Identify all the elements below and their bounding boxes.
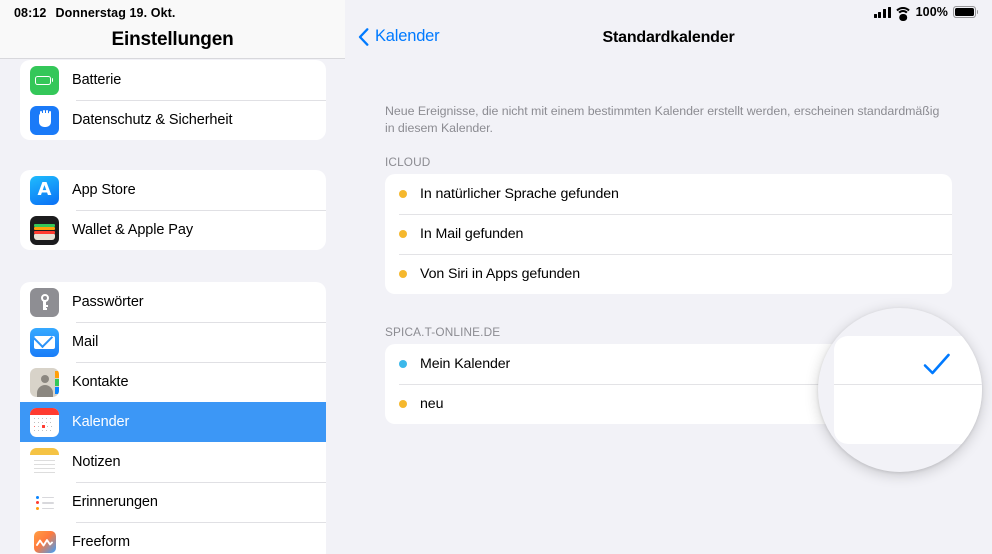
sidebar-item-passwoerter[interactable]: Passwörter — [20, 282, 326, 322]
freeform-icon — [30, 527, 59, 554]
magnified-row-divider — [834, 384, 982, 386]
sidebar-header: 08:12 Donnerstag 19. Okt. Einstellungen — [0, 0, 345, 59]
battery-percent-label: 100% — [915, 5, 948, 19]
sidebar-item-label: Mail — [72, 334, 99, 350]
sidebar-item-kalender[interactable]: Kalender — [20, 402, 326, 442]
sidebar-item-freeform[interactable]: Freeform — [20, 522, 326, 554]
sidebar-item-mail[interactable]: Mail — [20, 322, 326, 362]
sidebar-item-kontakte[interactable]: Kontakte — [20, 362, 326, 402]
ipad-settings-screen: 08:12 Donnerstag 19. Okt. Einstellungen B… — [0, 0, 992, 554]
calendar-color-bullet — [399, 270, 407, 278]
sidebar-group-3: Passwörter Mail Kontakte Kalender Notize… — [20, 282, 326, 554]
sidebar-item-batterie[interactable]: Batterie — [20, 60, 326, 100]
detail-title: Standardkalender — [602, 29, 735, 46]
key-icon — [30, 287, 59, 317]
battery-icon — [953, 6, 979, 18]
list-item-label: Von Siri in Apps gefunden — [420, 266, 580, 282]
section-header-icloud: ICLOUD — [385, 155, 431, 169]
wifi-icon — [893, 6, 913, 22]
sidebar-item-label: App Store — [72, 182, 136, 198]
sidebar-item-label: Freeform — [72, 534, 131, 550]
sidebar-scroll-area[interactable]: Batterie Datenschutz & Sicherheit A App … — [0, 58, 345, 554]
status-time: 08:12 — [14, 6, 47, 20]
privacy-hand-icon — [30, 105, 59, 135]
sidebar-item-wallet[interactable]: Wallet & Apple Pay — [20, 210, 326, 250]
status-date: Donnerstag 19. Okt. — [55, 6, 176, 20]
wallet-icon — [30, 215, 59, 245]
sidebar-item-label: Wallet & Apple Pay — [72, 222, 193, 238]
calendar-color-bullet — [399, 230, 407, 238]
status-bar-left: 08:12 Donnerstag 19. Okt. — [14, 6, 175, 20]
app-store-icon: A — [30, 175, 59, 205]
list-item-calendar[interactable]: In natürlicher Sprache gefunden — [385, 174, 952, 214]
mail-envelope-icon — [30, 327, 59, 357]
freeform-wave-icon — [36, 538, 53, 546]
settings-sidebar: 08:12 Donnerstag 19. Okt. Einstellungen B… — [0, 0, 345, 554]
list-item-label: In Mail gefunden — [420, 226, 524, 242]
sidebar-item-label: Notizen — [72, 454, 121, 470]
contacts-icon — [30, 367, 59, 397]
page-title: Einstellungen — [111, 29, 234, 50]
list-item-calendar[interactable]: Von Siri in Apps gefunden — [385, 254, 952, 294]
status-bar-right: 100% — [873, 4, 979, 22]
calendar-list-icloud: In natürlicher Sprache gefunden In Mail … — [385, 174, 952, 294]
calendar-color-bullet — [399, 190, 407, 198]
sidebar-item-label: Kontakte — [72, 374, 129, 390]
sidebar-item-label: Passwörter — [72, 294, 144, 310]
sidebar-item-notizen[interactable]: Notizen — [20, 442, 326, 482]
magnified-list-card — [834, 336, 982, 444]
list-item-label: neu — [420, 396, 444, 412]
sidebar-item-label: Erinnerungen — [72, 494, 158, 510]
sidebar-item-label: Datenschutz & Sicherheit — [72, 112, 233, 128]
sidebar-item-label: Kalender — [72, 414, 130, 430]
sidebar-item-label: Batterie — [72, 72, 122, 88]
cellular-signal-icon — [873, 6, 891, 18]
sidebar-group-2: A App Store Wallet & Apple Pay — [20, 170, 326, 250]
sidebar-item-erinnerungen[interactable]: Erinnerungen — [20, 482, 326, 522]
section-header-spica: SPICA.T-ONLINE.DE — [385, 325, 501, 339]
list-item-label: Mein Kalender — [420, 356, 511, 372]
magnified-checkmark-icon — [923, 353, 950, 375]
navigation-bar: Kalender Standardkalender — [345, 24, 992, 60]
battery-app-icon — [30, 65, 59, 95]
sidebar-item-app-store[interactable]: A App Store — [20, 170, 326, 210]
calendar-color-bullet — [399, 360, 407, 368]
sidebar-item-datenschutz[interactable]: Datenschutz & Sicherheit — [20, 100, 326, 140]
list-item-label: In natürlicher Sprache gefunden — [420, 186, 619, 202]
magnifier-loupe — [818, 308, 982, 472]
notes-icon — [30, 447, 59, 477]
footnote-description: Neue Ereignisse, die nicht mit einem bes… — [385, 104, 940, 135]
sidebar-group-1: Batterie Datenschutz & Sicherheit — [20, 60, 326, 140]
reminders-icon — [30, 487, 59, 517]
calendar-color-bullet — [399, 400, 407, 408]
list-item-calendar[interactable]: In Mail gefunden — [385, 214, 952, 254]
calendar-icon — [30, 407, 59, 437]
